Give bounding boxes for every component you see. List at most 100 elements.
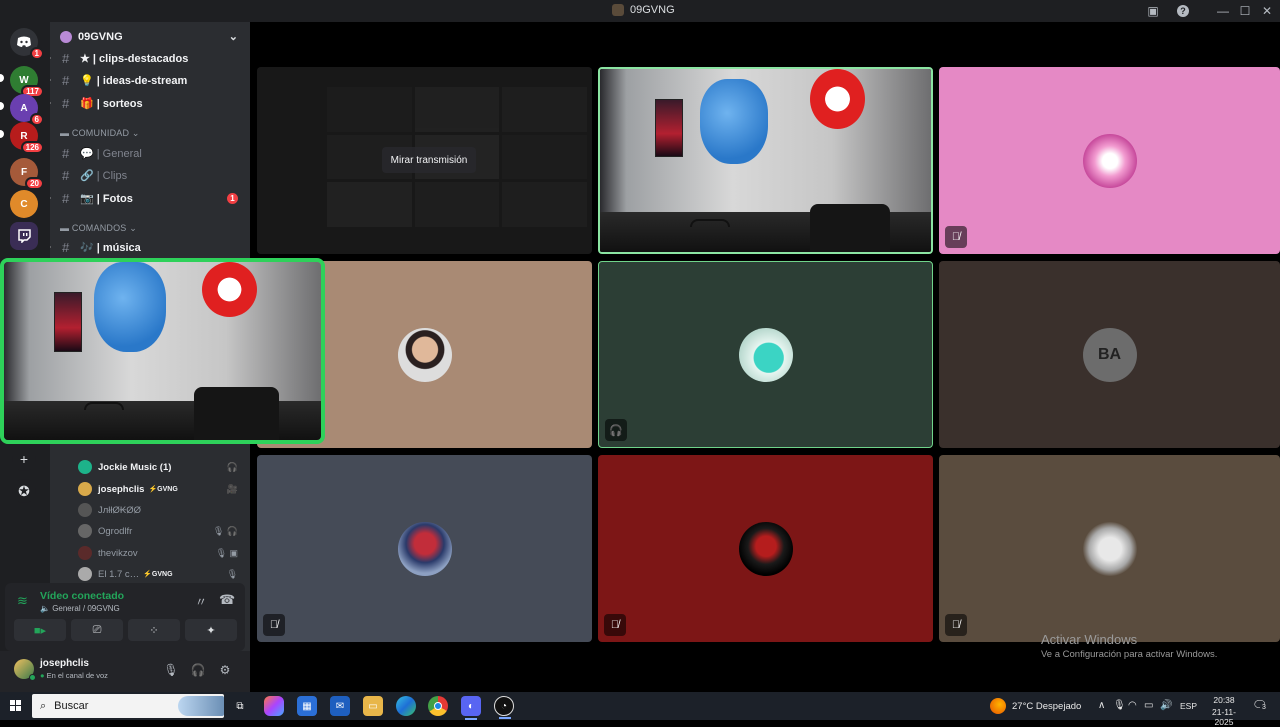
watch-stream-button[interactable]: Mirar transmisión (382, 147, 476, 173)
unread-dot (50, 196, 51, 200)
soundboard-icon: ✦ (206, 624, 216, 637)
windows-start-icon[interactable] (10, 700, 21, 711)
server-name: 09GVNG (78, 31, 123, 43)
obs-icon[interactable]: ◔ (494, 696, 514, 719)
participant-avatar (1082, 521, 1137, 576)
participant-avatar (397, 521, 452, 576)
text-channel-icon: # (62, 167, 70, 183)
poster (54, 292, 82, 352)
voice-channel-path[interactable]: 🔈 General / 09GVNG (40, 604, 120, 613)
channel-clips[interactable]: # 🔗 | Clips (50, 165, 250, 185)
participant-tile[interactable]: 🎙̸ (939, 455, 1280, 642)
channel-ideas-de-stream[interactable]: # 💡 | ideas-de-stream (50, 70, 250, 90)
sticker (202, 262, 257, 317)
weather-icon[interactable] (990, 698, 1006, 714)
bag (700, 79, 768, 164)
headphones-deafened-icon: 🎧 (605, 419, 627, 441)
voice-user[interactable]: Ogrodlfr 🎙 🎧 (78, 522, 248, 540)
camera-icon: ■▸ (33, 624, 47, 637)
voice-connection-panel: ≋ Vídeo conectado 🔈 General / 09GVNG 〃 ☎… (5, 583, 245, 651)
category-comandos[interactable]: ▬ COMANDOS ⌄ (60, 223, 137, 234)
weather-text[interactable]: 27°C Despejado (1012, 701, 1081, 712)
channel-general[interactable]: # 💬 | General (50, 143, 250, 163)
stream-tile[interactable]: Mirar transmisión (257, 67, 592, 254)
soundboard-button[interactable]: ✦ (185, 619, 237, 641)
disconnect-icon[interactable]: ☎ (219, 592, 235, 608)
channel-clips-destacados[interactable]: # ★ | clips-destacados (50, 48, 250, 68)
microphone-icon[interactable]: 🎙 (163, 662, 179, 678)
text-channel-icon: # (62, 50, 70, 66)
notifications-icon[interactable]: 🗨3 (1252, 698, 1268, 712)
noise-suppression-icon[interactable]: 〃 (195, 593, 207, 610)
clock[interactable]: 20:38 21-11-2025 (1203, 695, 1245, 727)
screen-share-icon: ⎚ (92, 623, 102, 636)
chevron-up-icon[interactable]: ∧ (1098, 700, 1105, 711)
screen-share-icon[interactable]: ▣ (1138, 0, 1168, 22)
headphones-icon[interactable]: 🎧 (190, 662, 206, 678)
self-video-preview[interactable] (0, 258, 325, 444)
twitch-server-icon[interactable] (10, 222, 38, 250)
task-view-icon[interactable]: ⧉ (230, 696, 250, 716)
channel-fotos[interactable]: # 📷 | Fotos 1 (50, 188, 250, 208)
edge-icon[interactable] (396, 696, 416, 716)
camera-icon: 🎥 (226, 483, 238, 494)
participant-tile[interactable]: BA (939, 261, 1280, 448)
server-icon[interactable]: F 20 (10, 158, 44, 190)
chrome-icon[interactable] (428, 696, 448, 716)
camera-button[interactable]: ■▸ (14, 619, 66, 641)
voice-user[interactable]: JлłłØ₭ØØ (78, 501, 248, 519)
voice-channel-path-text: General / 09GVNG (52, 604, 120, 613)
voice-user[interactable]: El 1.7 c⁠… ⚡GVNG 🎙 (78, 565, 248, 583)
settings-gear-icon[interactable]: ⚙ (217, 662, 233, 678)
discord-home-icon[interactable]: 1 (10, 28, 44, 60)
volume-icon[interactable]: 🔊 (1160, 700, 1172, 711)
voice-user[interactable]: josephclis ⚡GVNG 🎥 (78, 480, 248, 498)
participant-tile[interactable]: 🎙̸ (598, 455, 933, 642)
activate-subtitle: Ve a Configuración para activar Windows. (1041, 649, 1218, 660)
muted-icons: 🎙 🎧 (212, 525, 238, 536)
add-server-icon[interactable]: + (12, 447, 36, 471)
participant-avatar (397, 327, 452, 382)
voice-user[interactable]: Jockie Music (1) 🎧 (78, 458, 248, 476)
file-explorer-icon[interactable]: ▭ (363, 696, 383, 716)
participant-tile[interactable]: 🎙̸ (257, 455, 592, 642)
channel-sorteos[interactable]: # 🎁 | sorteos (50, 93, 250, 113)
mic-muted-icon: 🎙̸ (945, 614, 967, 636)
wifi-icon[interactable]: ◠ (1128, 700, 1137, 711)
server-icon[interactable]: C (10, 190, 38, 218)
avatar (78, 567, 92, 581)
poster (655, 99, 683, 157)
server-icon[interactable]: A6 (10, 94, 44, 126)
muted-icons: 🎙 ▣ (215, 547, 238, 558)
unread-pill (0, 74, 4, 82)
username[interactable]: josephclis (40, 658, 89, 669)
store-icon[interactable]: ▦ (297, 696, 317, 716)
help-icon[interactable]: ? (1168, 0, 1198, 22)
activities-button[interactable]: ⁘ (128, 619, 180, 641)
close-icon[interactable]: ✕ (1252, 0, 1280, 22)
server-icon[interactable]: W 117 (10, 66, 44, 98)
mail-icon[interactable]: ✉ (330, 696, 350, 716)
network-icon[interactable]: ▭ (1144, 700, 1153, 711)
voice-user[interactable]: thevikzov 🎙 ▣ (78, 544, 248, 562)
discord-taskbar-icon[interactable]: ◐ (461, 696, 481, 720)
copilot-icon[interactable] (264, 696, 284, 716)
channel-musica[interactable]: # 🎶 | música (50, 237, 250, 257)
user-status: ● En el canal de voz (40, 671, 108, 680)
activate-windows-watermark: Activar Windows Ve a Configuración para … (1041, 632, 1217, 660)
avatar (78, 482, 92, 496)
language-indicator[interactable]: ESP (1180, 701, 1197, 711)
category-label: COMANDOS (71, 223, 127, 233)
category-comunidad[interactable]: ▬ COMUNIDAD ⌄ (60, 128, 140, 139)
server-icon[interactable]: R 126 (10, 122, 44, 154)
lamp (690, 219, 730, 227)
screen-share-button[interactable]: ⎚ (71, 619, 123, 641)
participant-tile[interactable]: 🎧 (598, 261, 933, 448)
participant-tile[interactable]: 🎙̸ (939, 67, 1280, 254)
camera-tile[interactable] (598, 67, 933, 254)
taskbar-search[interactable]: ⌕ Buscar (32, 694, 224, 718)
microphone-tray-icon[interactable]: 🎙 (1113, 700, 1126, 711)
server-tag: ⚡GVNG (148, 486, 178, 493)
discover-icon[interactable]: ✪ (12, 479, 36, 503)
unread-dot (50, 56, 51, 60)
